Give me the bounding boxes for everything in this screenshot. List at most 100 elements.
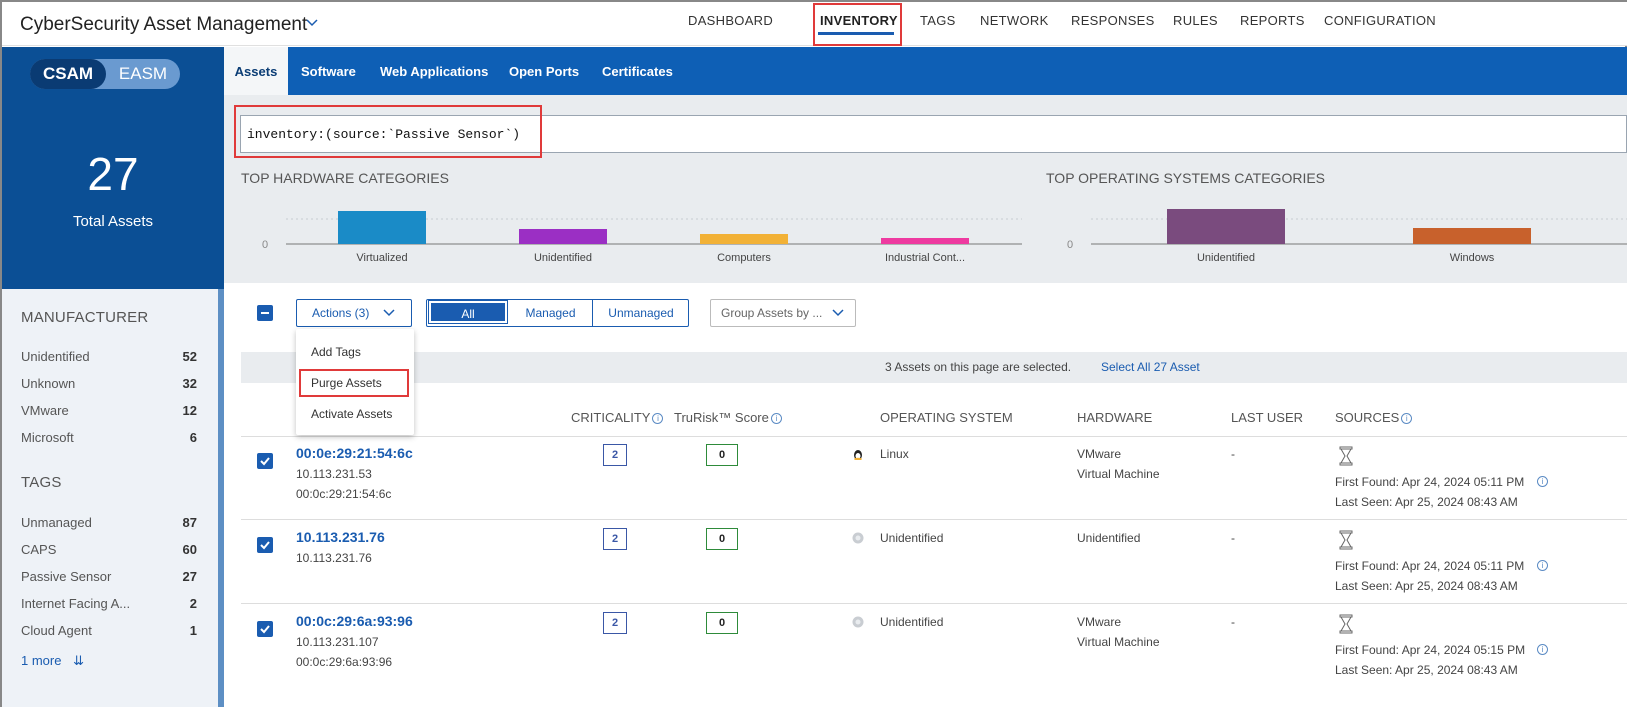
filter-all[interactable]: All — [428, 300, 508, 324]
info-icon[interactable]: i — [652, 413, 664, 424]
col-sources[interactable]: SOURCES i — [1335, 410, 1413, 425]
nav-dashboard[interactable]: DASHBOARD — [688, 13, 773, 28]
toggle-easm[interactable]: EASM — [106, 59, 180, 89]
hw-bar-industrial[interactable] — [881, 238, 969, 244]
col-criticality[interactable]: CRITICALITY i — [571, 410, 664, 425]
facet-label: Unidentified — [21, 349, 90, 364]
overview-area: inventory:(source:`Passive Sensor`) TOP … — [224, 95, 1627, 283]
summary-panel: CSAM EASM 27 Total Assets — [2, 47, 224, 289]
last-user-value: - — [1231, 447, 1235, 461]
criticality-badge[interactable]: 2 — [603, 612, 627, 634]
nav-rules[interactable]: RULES — [1173, 13, 1218, 28]
os-bar-unidentified[interactable] — [1167, 209, 1285, 244]
chevron-down-icon[interactable] — [304, 14, 320, 30]
os-value: Unidentified — [880, 615, 944, 629]
asset-name-link[interactable]: 10.113.231.76 — [296, 529, 385, 545]
trurisk-badge[interactable]: 0 — [706, 444, 738, 466]
col-label: TruRisk™ Score — [674, 410, 769, 425]
facet-item[interactable]: VMware 12 — [21, 403, 197, 418]
asset-mac: 00:0c:29:21:54:6c — [296, 487, 392, 501]
asset-mac: 00:0c:29:6a:93:96 — [296, 655, 393, 669]
selection-text: 3 Assets on this page are selected. — [885, 360, 1072, 374]
criticality-badge[interactable]: 2 — [603, 528, 627, 550]
trurisk-badge[interactable]: 0 — [706, 528, 738, 550]
tab-assets[interactable]: Assets — [224, 47, 288, 95]
facet-item[interactable]: Unidentified 52 — [21, 349, 197, 364]
nav-responses[interactable]: RESPONSES — [1071, 13, 1155, 28]
trurisk-badge[interactable]: 0 — [706, 612, 738, 634]
nav-configuration[interactable]: CONFIGURATION — [1324, 13, 1436, 28]
highlight-box — [813, 3, 902, 46]
chevron-down-icon — [383, 309, 395, 317]
facet-item[interactable]: CAPS 60 — [21, 542, 197, 557]
csam-easm-toggle[interactable]: CSAM EASM — [30, 59, 180, 89]
row-checkbox[interactable] — [257, 621, 273, 637]
actions-button[interactable]: Actions (3) — [296, 299, 412, 327]
col-operating-system[interactable]: OPERATING SYSTEM — [880, 410, 1013, 425]
hw-label: Virtualized — [356, 252, 407, 264]
divider — [241, 603, 1627, 604]
first-found-text: First Found: Apr 24, 2024 05:11 PM — [1335, 559, 1525, 573]
filter-unmanaged[interactable]: Unmanaged — [593, 300, 689, 326]
passive-sensor-icon — [1339, 446, 1353, 466]
tab-certificates[interactable]: Certificates — [602, 47, 673, 95]
select-all-link[interactable]: Select All 27 Asset — [1101, 360, 1200, 374]
asset-ip: 10.113.231.107 — [296, 635, 379, 649]
menu-add-tags[interactable]: Add Tags — [311, 345, 361, 359]
group-by-dropdown[interactable]: Group Assets by ... — [710, 299, 856, 327]
unknown-os-icon — [852, 532, 864, 544]
divider — [241, 519, 1627, 520]
info-icon[interactable]: i — [1401, 413, 1413, 424]
info-icon[interactable]: i — [770, 413, 782, 424]
facet-item[interactable]: Unknown 32 — [21, 376, 197, 391]
facet-label: VMware — [21, 403, 69, 418]
passive-sensor-icon — [1339, 530, 1353, 550]
col-hardware[interactable]: HARDWARE — [1077, 410, 1152, 425]
facet-count: 32 — [182, 376, 197, 391]
asset-name-link[interactable]: 00:0c:29:6a:93:96 — [296, 613, 413, 629]
os-chart-title: TOP OPERATING SYSTEMS CATEGORIES — [1046, 170, 1326, 186]
info-icon[interactable]: i — [1537, 644, 1548, 655]
filter-managed[interactable]: Managed — [509, 300, 593, 326]
row-checkbox[interactable] — [257, 537, 273, 553]
hw-bar-computers[interactable] — [700, 234, 788, 244]
criticality-badge[interactable]: 2 — [603, 444, 627, 466]
tab-web-applications[interactable]: Web Applications — [380, 47, 488, 95]
info-icon[interactable]: i — [1537, 476, 1548, 487]
col-last-user[interactable]: LAST USER — [1231, 410, 1303, 425]
management-filter[interactable]: All Managed Unmanaged — [426, 299, 689, 327]
col-trurisk[interactable]: TruRisk™ Score i — [674, 410, 782, 425]
os-bar-windows[interactable] — [1413, 228, 1531, 244]
hw-bar-virtualized[interactable] — [338, 211, 426, 244]
left-panel: CSAM EASM 27 Total Assets MANUFACTURER U… — [2, 47, 224, 707]
select-all-checkbox[interactable] — [257, 305, 273, 321]
facet-count: 2 — [189, 596, 197, 611]
nav-reports[interactable]: REPORTS — [1240, 13, 1305, 28]
os-value: Linux — [880, 447, 909, 461]
hw-bar-unidentified[interactable] — [519, 229, 607, 244]
facet-item[interactable]: Microsoft 6 — [21, 430, 197, 445]
row-checkbox[interactable] — [257, 453, 273, 469]
tab-open-ports[interactable]: Open Ports — [509, 47, 579, 95]
facet-list: MANUFACTURER Unidentified 52 Unknown 32 VM… — [2, 289, 224, 707]
tab-software[interactable]: Software — [301, 47, 356, 95]
hardware-value: Virtual Machine — [1077, 467, 1160, 481]
manufacturer-heading: MANUFACTURER — [21, 309, 149, 326]
info-icon[interactable]: i — [1537, 560, 1548, 571]
facet-item[interactable]: Cloud Agent 1 — [21, 623, 197, 638]
menu-activate-assets[interactable]: Activate Assets — [311, 407, 392, 421]
facet-item[interactable]: Unmanaged 87 — [21, 515, 197, 530]
nav-tags[interactable]: TAGS — [920, 13, 956, 28]
total-assets-label: Total Assets — [72, 213, 154, 230]
facet-item[interactable]: Internet Facing A... 2 — [21, 596, 197, 611]
col-label: SOURCES — [1335, 410, 1400, 425]
facet-item[interactable]: Passive Sensor 27 — [21, 569, 197, 584]
unknown-os-icon — [852, 616, 864, 628]
toggle-csam[interactable]: CSAM — [30, 59, 106, 89]
divider — [241, 436, 1627, 437]
nav-network[interactable]: NETWORK — [980, 13, 1049, 28]
show-more-link[interactable]: 1 more ⇊ — [21, 653, 84, 669]
asset-name-link[interactable]: 00:0e:29:21:54:6c — [296, 445, 413, 461]
col-label: CRITICALITY — [571, 410, 651, 425]
top-bar: CyberSecurity Asset Management DASHBOARD… — [2, 2, 1627, 46]
